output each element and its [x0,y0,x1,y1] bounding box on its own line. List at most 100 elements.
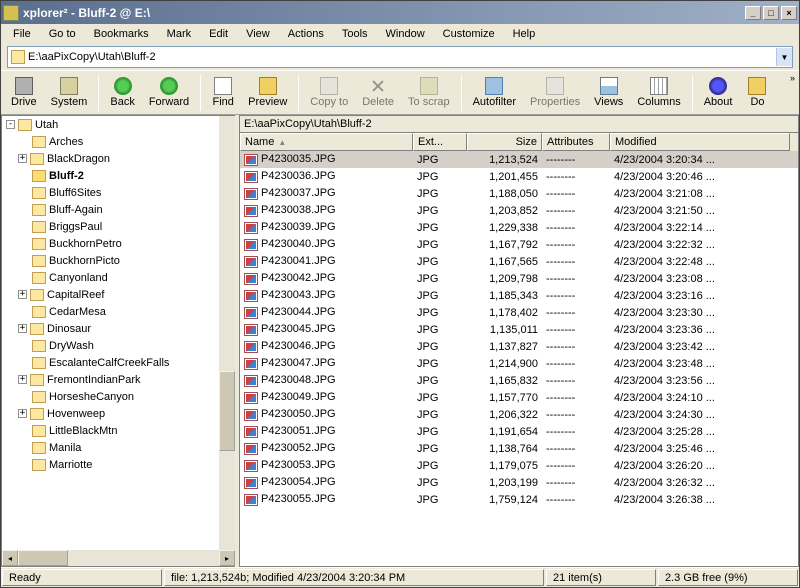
tree-node-horseshecanyon[interactable]: HorsesheCanyon [2,388,235,405]
tree-node-canyonland[interactable]: Canyonland [2,269,235,286]
tree-node-bluff6sites[interactable]: Bluff6Sites [2,184,235,201]
cell-modified: 4/23/2004 3:26:20 ... [610,460,790,472]
column-modified[interactable]: Modified [610,133,790,151]
expand-toggle[interactable]: + [18,375,27,384]
toolbar-drive[interactable]: Drive [5,75,43,110]
file-row[interactable]: P4230049.JPGJPG1,157,770--------4/23/200… [240,389,798,406]
file-row[interactable]: P4230055.JPGJPG1,759,124--------4/23/200… [240,491,798,508]
toolbar-columns[interactable]: Columns [631,75,686,110]
toolbar-back[interactable]: Back [104,75,140,110]
minimize-button[interactable]: _ [745,6,761,20]
menu-edit[interactable]: Edit [201,26,236,42]
file-row[interactable]: P4230050.JPGJPG1,206,322--------4/23/200… [240,406,798,423]
column-name[interactable]: Name▲ [240,133,413,151]
file-row[interactable]: P4230042.JPGJPG1,209,798--------4/23/200… [240,270,798,287]
file-list-body[interactable]: P4230035.JPGJPG1,213,524--------4/23/200… [240,151,798,566]
file-row[interactable]: P4230052.JPGJPG1,138,764--------4/23/200… [240,440,798,457]
file-row[interactable]: P4230038.JPGJPG1,203,852--------4/23/200… [240,202,798,219]
menu-actions[interactable]: Actions [280,26,332,42]
file-row[interactable]: P4230046.JPGJPG1,137,827--------4/23/200… [240,338,798,355]
cell-ext: JPG [413,392,467,404]
tree-node-escalantecalfcreekfalls[interactable]: EscalanteCalfCreekFalls [2,354,235,371]
toolbar-delete: Delete [356,75,400,110]
tree-node-bluff-2[interactable]: Bluff-2 [2,167,235,184]
menu-tools[interactable]: Tools [334,26,376,42]
cell-name: P4230045.JPG [240,323,413,335]
file-row[interactable]: P4230039.JPGJPG1,229,338--------4/23/200… [240,219,798,236]
pane-path[interactable]: E:\aaPixCopy\Utah\Bluff-2 [239,115,799,132]
file-row[interactable]: P4230045.JPGJPG1,135,011--------4/23/200… [240,321,798,338]
expand-toggle[interactable]: - [6,120,15,129]
menu-help[interactable]: Help [505,26,544,42]
file-row[interactable]: P4230040.JPGJPG1,167,792--------4/23/200… [240,236,798,253]
tree-node-briggspaul[interactable]: BriggsPaul [2,218,235,235]
tree-node-drywash[interactable]: DryWash [2,337,235,354]
column-attributes[interactable]: Attributes [542,133,610,151]
toolbar-label: Views [594,96,623,108]
scroll-thumb[interactable] [18,550,68,566]
file-row[interactable]: P4230036.JPGJPG1,201,455--------4/23/200… [240,168,798,185]
tree-node-marriotte[interactable]: Marriotte [2,456,235,473]
expand-toggle[interactable]: + [18,290,27,299]
menu-customize[interactable]: Customize [435,26,503,42]
tree-scrollbar-horizontal[interactable]: ◂ ▸ [2,550,235,566]
address-bar[interactable]: E:\aaPixCopy\Utah\Bluff-2 ▼ [7,46,793,68]
file-row[interactable]: P4230043.JPGJPG1,185,343--------4/23/200… [240,287,798,304]
tree-node-blackdragon[interactable]: +BlackDragon [2,150,235,167]
column-ext[interactable]: Ext... [413,133,467,151]
tree-node-manila[interactable]: Manila [2,439,235,456]
file-row[interactable]: P4230054.JPGJPG1,203,199--------4/23/200… [240,474,798,491]
toolbar-preview[interactable]: Preview [242,75,293,110]
toolbar-views[interactable]: Views [588,75,629,110]
toolbar-overflow[interactable]: » [790,73,795,83]
menu-goto[interactable]: Go to [41,26,84,42]
tree-node-arches[interactable]: Arches [2,133,235,150]
tree-node-fremontindianpark[interactable]: +FremontIndianPark [2,371,235,388]
file-row[interactable]: P4230035.JPGJPG1,213,524--------4/23/200… [240,151,798,168]
expand-toggle[interactable]: + [18,324,27,333]
toolbar-system[interactable]: System [45,75,94,110]
titlebar[interactable]: xplorer² - Bluff-2 @ E:\ _ □ × [1,1,799,24]
scroll-thumb[interactable] [219,371,235,451]
scroll-left-button[interactable]: ◂ [2,550,18,566]
column-size[interactable]: Size [467,133,542,151]
tree-node-cedarmesa[interactable]: CedarMesa [2,303,235,320]
menu-window[interactable]: Window [378,26,433,42]
expand-toggle[interactable]: + [18,409,27,418]
scroll-track[interactable] [68,550,219,566]
cell-size: 1,178,402 [467,307,542,319]
menu-view[interactable]: View [238,26,278,42]
close-button[interactable]: × [781,6,797,20]
tree-node-capitalreef[interactable]: +CapitalReef [2,286,235,303]
toolbar-find[interactable]: Find [206,75,240,110]
menu-bookmarks[interactable]: Bookmarks [86,26,157,42]
scroll-right-button[interactable]: ▸ [219,550,235,566]
toolbar-autofilter[interactable]: Autofilter [467,75,522,110]
tree-node-bluff-again[interactable]: Bluff-Again [2,201,235,218]
toolbar-do[interactable]: Do [740,75,774,110]
tree-node-utah[interactable]: -Utah [2,116,235,133]
maximize-button[interactable]: □ [763,6,779,20]
address-dropdown[interactable]: ▼ [776,48,792,66]
menu-file[interactable]: File [5,26,39,42]
toolbar-about[interactable]: About [698,75,739,110]
menu-mark[interactable]: Mark [159,26,199,42]
tree-node-dinosaur[interactable]: +Dinosaur [2,320,235,337]
file-row[interactable]: P4230047.JPGJPG1,214,900--------4/23/200… [240,355,798,372]
tree-scrollbar-vertical[interactable] [219,116,235,550]
cell-modified: 4/23/2004 3:25:46 ... [610,443,790,455]
file-row[interactable]: P4230041.JPGJPG1,167,565--------4/23/200… [240,253,798,270]
expand-toggle[interactable]: + [18,154,27,163]
tree-node-buckhornpicto[interactable]: BuckhornPicto [2,252,235,269]
cell-modified: 4/23/2004 3:21:50 ... [610,205,790,217]
file-row[interactable]: P4230037.JPGJPG1,188,050--------4/23/200… [240,185,798,202]
file-row[interactable]: P4230051.JPGJPG1,191,654--------4/23/200… [240,423,798,440]
file-row[interactable]: P4230048.JPGJPG1,165,832--------4/23/200… [240,372,798,389]
tree-body[interactable]: -Utah Arches+BlackDragonBluff-2Bluff6Sit… [2,116,235,566]
tree-node-littleblackmtn[interactable]: LittleBlackMtn [2,422,235,439]
toolbar-forward[interactable]: Forward [143,75,195,110]
tree-node-hovenweep[interactable]: +Hovenweep [2,405,235,422]
file-row[interactable]: P4230053.JPGJPG1,179,075--------4/23/200… [240,457,798,474]
file-row[interactable]: P4230044.JPGJPG1,178,402--------4/23/200… [240,304,798,321]
tree-node-buckhornpetro[interactable]: BuckhornPetro [2,235,235,252]
